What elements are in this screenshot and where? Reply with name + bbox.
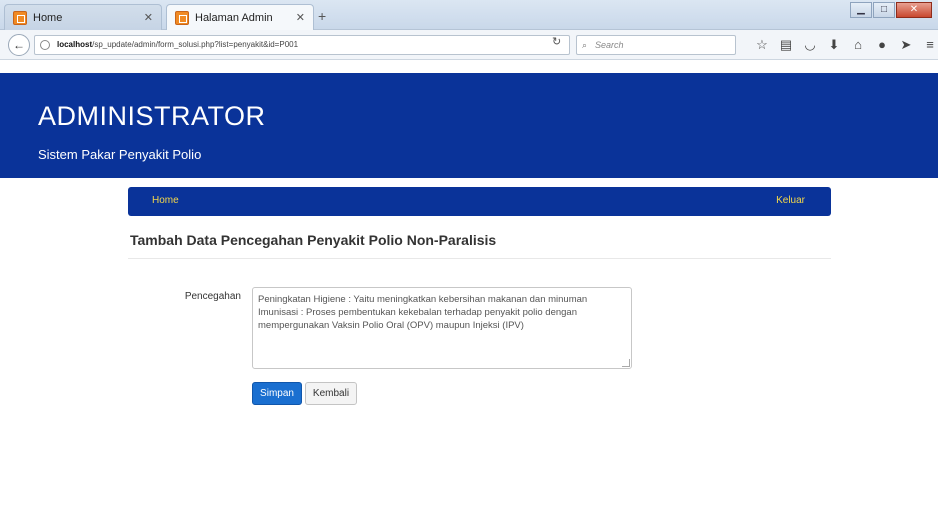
site-header: ADMINISTRATOR Sistem Pakar Penyakit Poli… xyxy=(0,73,938,178)
resize-handle-icon[interactable] xyxy=(622,359,630,367)
window-controls: ▁ □ ✕ xyxy=(849,2,932,18)
search-placeholder: Search xyxy=(595,40,624,50)
divider xyxy=(128,258,831,259)
prevention-textarea[interactable]: Peningkatan Higiene : Yaitu meningkatkan… xyxy=(252,287,632,369)
send-icon[interactable]: ➤ xyxy=(896,36,916,54)
reload-icon[interactable]: ↻ xyxy=(552,35,561,48)
site-title: ADMINISTRATOR xyxy=(38,101,266,131)
site-favicon-icon xyxy=(13,10,27,25)
page-content: ADMINISTRATOR Sistem Pakar Penyakit Poli… xyxy=(0,61,938,529)
home-icon[interactable]: ⌂ xyxy=(848,36,868,54)
star-icon[interactable]: ☆ xyxy=(752,36,772,54)
back-button[interactable]: Kembali xyxy=(305,382,357,405)
pocket-icon[interactable]: ◡ xyxy=(800,36,820,54)
url-path: /sp_update/admin/form_solusi.php?list=pe… xyxy=(92,40,299,49)
browser-toolbar: ☆ ▤ ◡ ⬇ ⌂ ● ➤ ≡ xyxy=(752,36,938,54)
browser-tab-bar: Home ✕ Halaman Admin ✕ + ▁ □ ✕ xyxy=(0,0,938,30)
maximize-icon[interactable]: □ xyxy=(873,2,895,18)
download-icon[interactable]: ⬇ xyxy=(824,36,844,54)
back-arrow-icon[interactable]: ← xyxy=(8,34,30,56)
tab-label: Home xyxy=(33,11,63,24)
window-close-icon[interactable]: ✕ xyxy=(896,2,932,18)
new-tab-icon[interactable]: + xyxy=(318,8,326,24)
site-favicon-icon xyxy=(175,10,189,25)
save-button[interactable]: Simpan xyxy=(252,382,302,405)
chat-icon[interactable]: ● xyxy=(872,36,892,54)
menu-icon[interactable]: ≡ xyxy=(920,36,938,54)
browser-tab-home[interactable]: Home ✕ xyxy=(4,4,162,30)
minimize-icon[interactable]: ▁ xyxy=(850,2,872,18)
browser-nav-bar: ← localhost/sp_update/admin/form_solusi.… xyxy=(0,30,938,60)
search-icon: ⌕ xyxy=(582,40,588,50)
tab-close-icon[interactable]: ✕ xyxy=(296,11,305,24)
main-menu: Home Keluar xyxy=(128,187,831,216)
search-input[interactable]: ⌕ Search xyxy=(576,35,736,55)
url-host: localhost xyxy=(57,40,93,49)
tab-label: Halaman Admin xyxy=(195,11,273,24)
site-subtitle: Sistem Pakar Penyakit Polio xyxy=(38,147,202,162)
page-title: Tambah Data Pencegahan Penyakit Polio No… xyxy=(130,232,497,248)
tab-close-icon[interactable]: ✕ xyxy=(144,11,153,24)
menu-logout-link[interactable]: Keluar xyxy=(776,195,805,206)
reading-list-icon[interactable]: ▤ xyxy=(776,36,796,54)
menu-home-link[interactable]: Home xyxy=(152,195,179,206)
site-info-icon[interactable] xyxy=(40,40,50,50)
browser-tab-admin[interactable]: Halaman Admin ✕ xyxy=(166,4,314,30)
prevention-label: Pencegahan xyxy=(184,291,241,302)
address-bar[interactable]: localhost/sp_update/admin/form_solusi.ph… xyxy=(34,35,570,55)
